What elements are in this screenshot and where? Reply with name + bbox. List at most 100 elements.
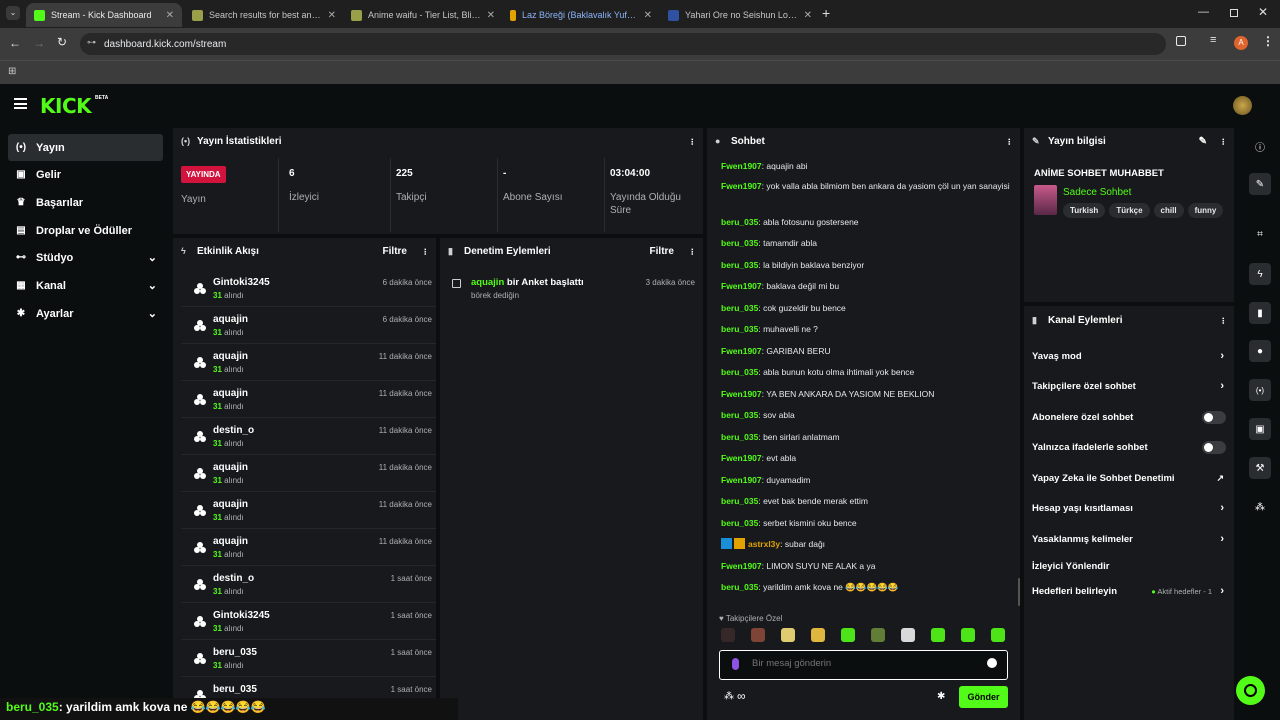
more-options-icon[interactable]: ···: [686, 138, 697, 145]
emote-icon[interactable]: [931, 628, 945, 642]
channel-action-item[interactable]: Yasaklanmış kelimeler ›: [1024, 524, 1234, 554]
close-window-icon[interactable]: ✕: [1258, 5, 1268, 19]
category-name[interactable]: Sadece Sohbet: [1063, 187, 1131, 198]
chat-username[interactable]: astrxl3y: [748, 539, 780, 549]
media-icon[interactable]: ≡: [1210, 34, 1216, 46]
menu-icon[interactable]: ⋮: [1262, 34, 1274, 48]
chat-username[interactable]: beru_035: [721, 260, 758, 270]
chat-bubble-icon[interactable]: ●: [1249, 340, 1271, 362]
back-icon[interactable]: ←: [9, 36, 21, 50]
support-chat-button[interactable]: [1236, 676, 1265, 705]
tag-chip[interactable]: funny: [1187, 203, 1224, 218]
emote-icon[interactable]: [811, 628, 825, 642]
document-icon[interactable]: ▮: [1249, 302, 1271, 324]
url-input[interactable]: ⊶ dashboard.kick.com/stream: [80, 33, 1166, 55]
channel-action-item[interactable]: Yapay Zeka ile Sohbet Denetimi ↗: [1024, 463, 1234, 493]
kick-coin-icon[interactable]: ⁂: [724, 691, 734, 702]
event-user[interactable]: aquajin: [213, 499, 248, 510]
tag-chip[interactable]: Türkçe: [1109, 203, 1150, 218]
moderation-user[interactable]: aquajin: [471, 277, 504, 288]
broadcast-icon[interactable]: (•): [1249, 379, 1271, 401]
chat-username[interactable]: Fwen1907: [721, 453, 762, 463]
channel-action-item[interactable]: Abonelere özel sohbet: [1024, 402, 1234, 432]
browser-tab-recipe[interactable]: Laz Böreği (Baklavalık Yufkadan ✕: [502, 3, 660, 27]
lightning-icon[interactable]: ϟ: [1249, 263, 1271, 285]
event-user[interactable]: aquajin: [213, 314, 248, 325]
extensions-icon[interactable]: [1176, 36, 1186, 46]
chat-username[interactable]: Fwen1907: [721, 346, 762, 356]
sidebar-item-studyo[interactable]: ⊷ Stüdyo ⌄: [8, 244, 163, 271]
chat-username[interactable]: beru_035: [721, 496, 758, 506]
tag-chip[interactable]: Turkish: [1063, 203, 1106, 218]
chat-username[interactable]: beru_035: [721, 432, 758, 442]
infinity-icon[interactable]: ∞: [737, 689, 746, 703]
sidebar-item-basarilar[interactable]: ♛ Başarılar: [8, 189, 163, 216]
apps-grid-icon[interactable]: ⊞: [8, 66, 16, 77]
kick-coin-icon[interactable]: ⁂: [1249, 496, 1271, 518]
minimize-icon[interactable]: —: [1198, 6, 1209, 18]
close-icon[interactable]: ✕: [644, 10, 652, 21]
profile-avatar[interactable]: A: [1234, 36, 1248, 50]
tab-list-chevron-icon[interactable]: ⌄: [6, 6, 20, 20]
filter-button[interactable]: Filtre: [650, 246, 674, 257]
browser-tab-kick[interactable]: Stream - Kick Dashboard ✕: [26, 3, 182, 27]
event-user[interactable]: Gintoki3245: [213, 610, 270, 621]
send-button[interactable]: Gönder: [959, 686, 1008, 708]
event-user[interactable]: beru_035: [213, 647, 257, 658]
event-user[interactable]: destin_o: [213, 425, 254, 436]
emote-icon[interactable]: [721, 628, 735, 642]
emote-icon[interactable]: [991, 628, 1005, 642]
sidebar-item-ayarlar[interactable]: ✱ Ayarlar ⌄: [8, 300, 163, 327]
channel-action-item[interactable]: Hesap yaşı kısıtlaması ›: [1024, 493, 1234, 523]
chat-username[interactable]: beru_035: [721, 582, 758, 592]
chat-username[interactable]: beru_035: [721, 238, 758, 248]
browser-tab-search[interactable]: Search results for best anime - ✕: [184, 3, 344, 27]
more-options-icon[interactable]: ···: [1217, 138, 1228, 145]
more-options-icon[interactable]: ···: [419, 248, 430, 255]
channel-action-item[interactable]: Hedefleri belirleyin ● Aktif hedefler - 1…: [1024, 576, 1234, 606]
event-user[interactable]: beru_035: [213, 684, 257, 695]
channel-action-item[interactable]: Yavaş mod ›: [1024, 341, 1234, 371]
wrench-icon[interactable]: ⚒: [1249, 457, 1271, 479]
microphone-icon[interactable]: [732, 658, 739, 670]
event-user[interactable]: destin_o: [213, 573, 254, 584]
emote-icon[interactable]: [901, 628, 915, 642]
emote-icon[interactable]: [781, 628, 795, 642]
event-user[interactable]: Gintoki3245: [213, 277, 270, 288]
chat-username[interactable]: beru_035: [721, 410, 758, 420]
emote-icon[interactable]: [871, 628, 885, 642]
chat-message-field[interactable]: [752, 658, 972, 669]
filter-button[interactable]: Filtre: [383, 246, 407, 257]
user-avatar[interactable]: [1233, 96, 1252, 115]
tag-chip[interactable]: chill: [1153, 203, 1184, 218]
browser-tab-anime[interactable]: Yahari Ore no Seishun Love Co ✕: [660, 3, 820, 27]
event-user[interactable]: aquajin: [213, 388, 248, 399]
edit-pencil-icon[interactable]: ✎: [1249, 173, 1271, 195]
moderation-icon[interactable]: ▣: [1249, 418, 1271, 440]
chat-username[interactable]: beru_035: [721, 518, 758, 528]
chat-username[interactable]: beru_035: [721, 324, 758, 334]
channel-action-item[interactable]: Yalnızca ifadelerle sohbet: [1024, 432, 1234, 462]
event-user[interactable]: aquajin: [213, 462, 248, 473]
chat-username[interactable]: beru_035: [721, 367, 758, 377]
chat-username[interactable]: beru_035: [721, 217, 758, 227]
more-options-icon[interactable]: ···: [686, 248, 697, 255]
chat-username[interactable]: Fwen1907: [721, 161, 762, 171]
event-user[interactable]: aquajin: [213, 536, 248, 547]
kick-logo[interactable]: KICK: [40, 94, 92, 118]
restore-icon[interactable]: [1230, 9, 1238, 17]
chat-username[interactable]: beru_035: [721, 303, 758, 313]
chat-username[interactable]: Fwen1907: [721, 561, 762, 571]
hamburger-menu-icon[interactable]: [14, 98, 27, 109]
category-thumbnail[interactable]: [1034, 185, 1057, 215]
chat-username[interactable]: Fwen1907: [721, 475, 762, 485]
emoji-picker-icon[interactable]: [987, 658, 997, 668]
toggle-switch[interactable]: [1202, 410, 1226, 424]
site-info-icon[interactable]: ⊶: [87, 37, 96, 48]
chat-username[interactable]: Fwen1907: [721, 389, 762, 399]
chat-scrollbar[interactable]: [1018, 578, 1020, 606]
chat-username[interactable]: Fwen1907: [721, 281, 762, 291]
edit-pencil-icon[interactable]: ✎: [1199, 136, 1207, 147]
close-icon[interactable]: ✕: [487, 10, 495, 21]
chat-input[interactable]: [719, 650, 1008, 680]
